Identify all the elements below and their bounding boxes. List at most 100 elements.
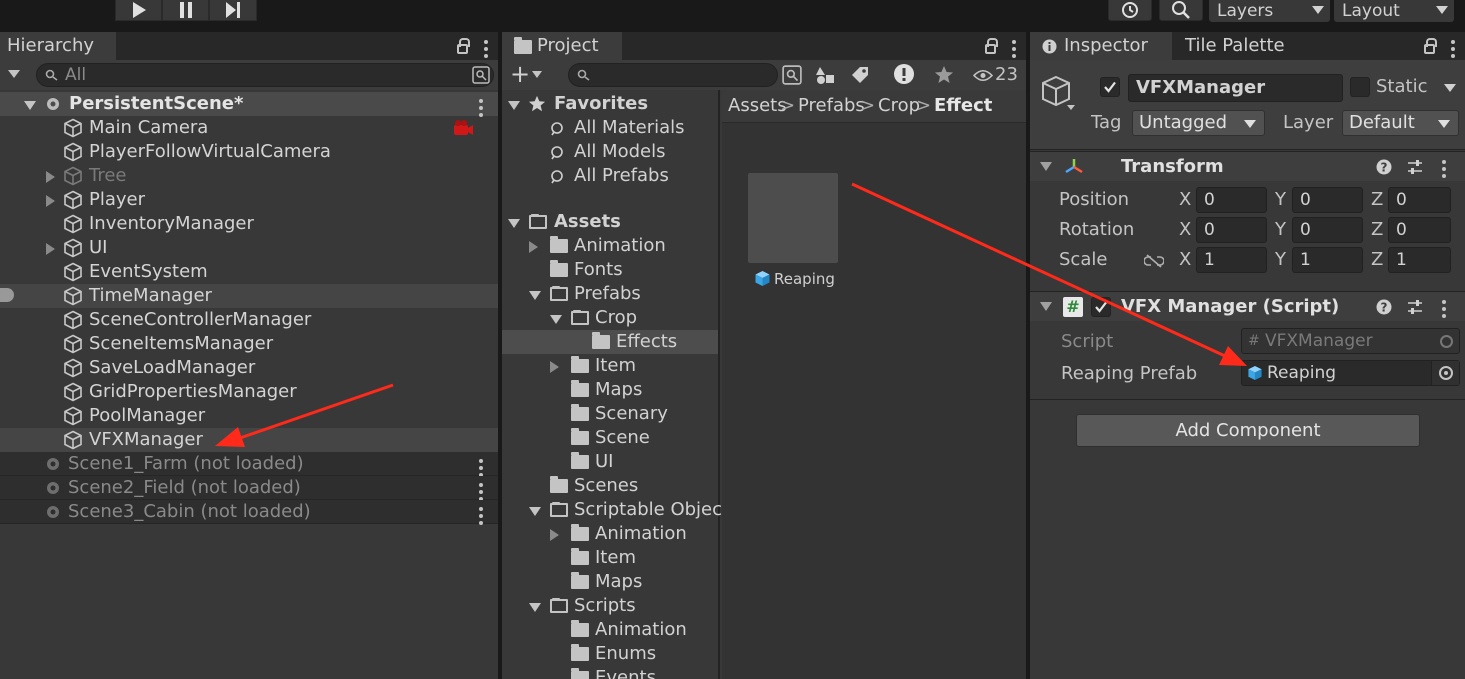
assets-root[interactable]: Assets [502, 210, 718, 234]
hidden-packages-toggle[interactable]: 23 [968, 60, 1026, 90]
more-options-icon[interactable] [1451, 40, 1455, 58]
chevron-down-icon[interactable] [1444, 84, 1456, 92]
hierarchy-item[interactable]: PoolManager [0, 404, 498, 428]
layers-dropdown[interactable]: Layers [1209, 0, 1330, 22]
unloaded-scene-row[interactable]: Scene3_Cabin (not loaded) [0, 500, 498, 525]
folder-tree-item[interactable]: Animation [502, 234, 718, 258]
more-options-icon[interactable] [1442, 300, 1446, 318]
warning-icon[interactable] [893, 63, 915, 85]
folder-tree-item[interactable]: Item [502, 354, 718, 378]
asset-thumbnail[interactable] [748, 173, 838, 263]
create-dropdown-icon[interactable] [8, 70, 20, 78]
hierarchy-item[interactable]: VFXManager [0, 428, 498, 452]
expand-arrow-icon[interactable] [1040, 162, 1052, 171]
folder-tree-item[interactable]: Scriptable Objec [502, 498, 722, 522]
search-button[interactable] [1159, 0, 1203, 21]
more-options-icon[interactable] [479, 459, 483, 477]
tab-hierarchy[interactable]: Hierarchy [0, 32, 116, 60]
axis-label[interactable]: Z [1371, 189, 1383, 210]
favorite-item[interactable]: All Models [502, 140, 718, 164]
more-options-icon[interactable] [484, 40, 488, 58]
expand-arrow-icon[interactable] [550, 529, 559, 541]
layer-dropdown[interactable]: Default [1342, 110, 1459, 136]
position-y-field[interactable]: 0 [1292, 187, 1363, 213]
project-search-input[interactable] [568, 63, 778, 87]
folder-tree-item[interactable]: Crop [502, 306, 718, 330]
favorites-header[interactable]: Favorites [502, 92, 718, 116]
rotation-y-field[interactable]: 0 [1292, 217, 1363, 243]
presets-icon[interactable] [1407, 299, 1423, 315]
favorite-item[interactable]: All Prefabs [502, 164, 718, 188]
tag-dropdown[interactable]: Untagged [1132, 110, 1265, 136]
position-z-field[interactable]: 0 [1388, 187, 1451, 213]
expand-arrow-icon[interactable] [46, 171, 55, 183]
transform-header[interactable]: Transform ? [1030, 151, 1465, 181]
lock-icon[interactable] [457, 38, 470, 54]
filter-by-type-icon[interactable] [816, 65, 836, 85]
expand-arrow-icon[interactable] [46, 243, 55, 255]
axis-label[interactable]: X [1179, 219, 1191, 240]
help-icon[interactable]: ? [1376, 299, 1392, 315]
breadcrumb-item[interactable]: Effect [934, 90, 992, 122]
folder-tree-item[interactable]: Maps [502, 570, 718, 594]
expand-arrow-icon[interactable] [529, 507, 541, 516]
folder-tree-item[interactable]: Animation [502, 618, 718, 642]
folder-tree-item[interactable]: Events [502, 666, 718, 679]
favorite-item[interactable]: All Materials [502, 116, 718, 140]
hierarchy-item[interactable]: Main Camera [0, 116, 498, 140]
more-options-icon[interactable] [1442, 160, 1446, 178]
folder-tree-item[interactable]: Maps [502, 378, 718, 402]
folder-tree-item[interactable]: Scripts [502, 594, 718, 618]
help-icon[interactable]: ? [1376, 159, 1392, 175]
asset-label[interactable]: Reaping [774, 270, 835, 288]
hierarchy-item[interactable]: TimeManager [0, 284, 498, 308]
pause-button[interactable] [162, 0, 209, 21]
folder-tree-item[interactable]: Animation [502, 522, 718, 546]
breadcrumb-item[interactable]: Assets [728, 90, 787, 122]
search-by-type-icon[interactable] [472, 66, 490, 84]
expand-arrow-icon[interactable] [529, 603, 541, 612]
folder-tree-item[interactable]: UI [502, 450, 718, 474]
folder-tree-item[interactable]: Scenary [502, 402, 718, 426]
expand-arrow-icon[interactable] [529, 241, 538, 253]
scale-x-field[interactable]: 1 [1196, 247, 1267, 273]
component-enabled-checkbox[interactable] [1091, 297, 1111, 317]
hierarchy-item[interactable]: Tree [0, 164, 498, 188]
layout-dropdown[interactable]: Layout [1334, 0, 1454, 22]
axis-label[interactable]: Y [1275, 249, 1286, 270]
step-button[interactable] [209, 0, 257, 21]
search-by-type-icon[interactable] [782, 65, 802, 85]
hierarchy-search-input[interactable]: All [36, 63, 494, 87]
breadcrumb-item[interactable]: Crop [878, 90, 920, 122]
filter-by-label-icon[interactable] [850, 65, 870, 85]
hierarchy-item[interactable]: UI [0, 236, 498, 260]
add-component-button[interactable]: Add Component [1076, 414, 1420, 447]
unloaded-scene-row[interactable]: Scene2_Field (not loaded) [0, 476, 498, 501]
expand-arrow-icon[interactable] [550, 361, 559, 373]
folder-tree-item[interactable]: Enums [502, 642, 718, 666]
hierarchy-item[interactable]: SaveLoadManager [0, 356, 498, 380]
object-picker-button[interactable] [1431, 361, 1459, 385]
folder-tree-item[interactable]: Scene [502, 426, 718, 450]
axis-label[interactable]: X [1179, 189, 1191, 210]
lock-icon[interactable] [1424, 38, 1437, 54]
tab-project[interactable]: Project [502, 32, 622, 60]
rotation-z-field[interactable]: 0 [1388, 217, 1451, 243]
undo-history-button[interactable] [1108, 0, 1152, 21]
static-checkbox[interactable] [1350, 77, 1370, 97]
hierarchy-item[interactable]: GridPropertiesManager [0, 380, 498, 404]
object-name-field[interactable]: VFXManager [1128, 74, 1343, 102]
expand-arrow-icon[interactable] [529, 291, 541, 300]
folder-tree-item[interactable]: Scenes [502, 474, 718, 498]
breadcrumb-item[interactable]: Prefabs [798, 90, 865, 122]
axis-label[interactable]: Y [1275, 189, 1286, 210]
gameobject-icon[interactable] [1041, 75, 1075, 113]
expand-arrow-icon[interactable] [1040, 302, 1052, 311]
chevron-down-icon[interactable] [532, 71, 542, 78]
hierarchy-item[interactable]: PlayerFollowVirtualCamera [0, 140, 498, 164]
more-options-icon[interactable] [479, 507, 483, 525]
folder-tree-item[interactable]: Fonts [502, 258, 718, 282]
expand-arrow-icon[interactable] [550, 315, 562, 324]
more-options-icon[interactable] [1012, 40, 1016, 58]
expand-arrow-icon[interactable] [508, 101, 520, 110]
